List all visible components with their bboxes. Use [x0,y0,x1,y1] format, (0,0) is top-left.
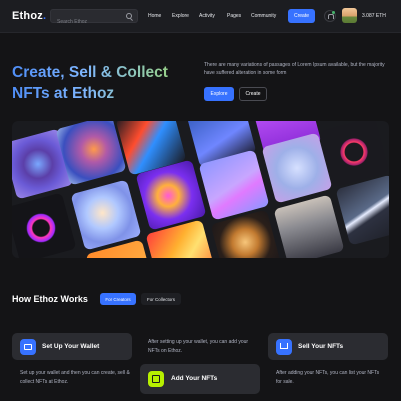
nft-artwork-neon-ring[interactable] [12,192,77,258]
avatar[interactable] [342,8,357,23]
step-title: Add Your NFTs [171,375,218,382]
step-description: Set up your wallet and then you can crea… [20,370,130,385]
hero-description: There are many variations of passages of… [204,62,385,76]
step-description: After setting up your wallet, you can ad… [148,339,249,354]
cart-icon [276,339,292,355]
header-create-button[interactable]: Create [288,9,315,23]
nft-artwork-sphere[interactable] [70,179,142,251]
search-box [50,9,138,28]
tab-for-collectors[interactable]: For Collectors [141,293,181,305]
nav-explore[interactable]: Explore [172,13,189,19]
step-title: Sell Your NFTs [298,343,344,350]
step-description: After adding your NFTs, you can list you… [276,370,380,385]
search-input[interactable] [51,16,121,28]
notification-dot [332,11,335,14]
notification-bell-icon[interactable] [324,10,336,22]
hero-title: Create, Sell & Collect NFTs at Ethoz [12,62,192,104]
nav-activity[interactable]: Activity [199,13,215,19]
logo[interactable]: Ethoz. [12,10,46,22]
explore-button[interactable]: Explore [204,87,234,101]
step-card-sell-nfts[interactable]: Sell Your NFTs [268,333,388,360]
how-it-works-title: How Ethoz Works [12,294,88,304]
nav-community[interactable]: Community [251,13,276,19]
user-profile[interactable]: 3.087 ETH [341,8,389,24]
add-image-icon [148,371,164,387]
step-card-wallet[interactable]: Set Up Your Wallet [12,333,132,360]
tab-for-creators[interactable]: For Creators [100,293,136,305]
nav-pages[interactable]: Pages [227,13,241,19]
search-icon[interactable] [126,13,132,19]
wallet-icon [20,339,36,355]
nft-artwork-crystal[interactable] [335,174,389,246]
step-card-add-nfts[interactable]: Add Your NFTs [140,364,260,394]
nft-gallery-banner [12,121,389,258]
hero-create-button[interactable]: Create [239,87,267,101]
wallet-balance: 3.087 ETH [362,13,386,19]
top-navbar: Ethoz. Home Explore Activity Pages Commu… [0,0,401,33]
nav-home[interactable]: Home [148,13,161,19]
nft-artwork-city[interactable] [273,194,345,258]
step-title: Set Up Your Wallet [42,343,100,350]
